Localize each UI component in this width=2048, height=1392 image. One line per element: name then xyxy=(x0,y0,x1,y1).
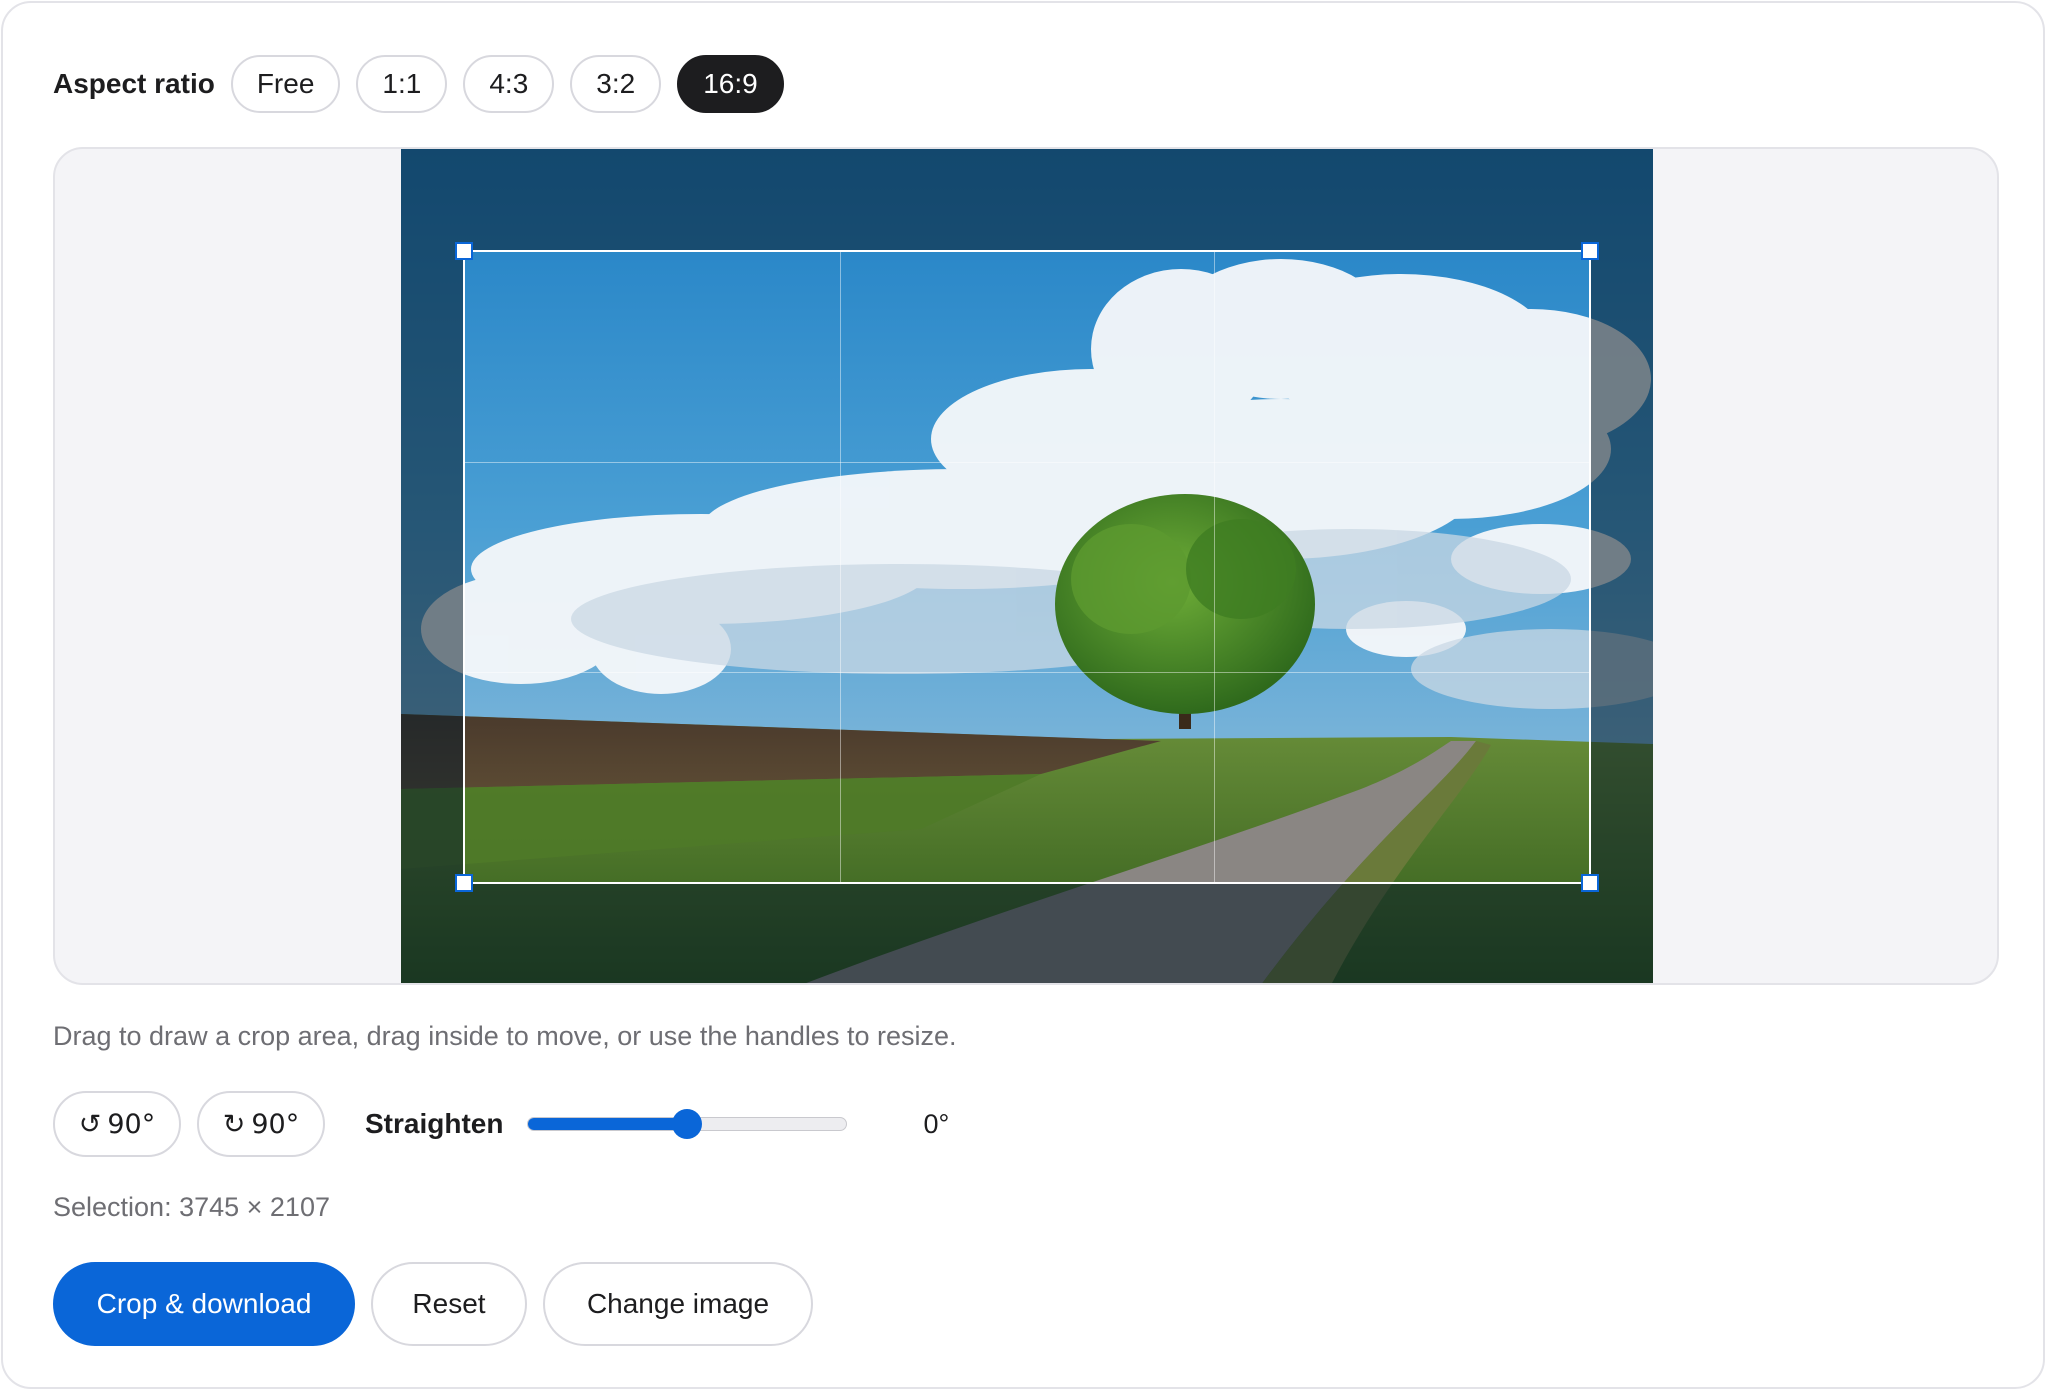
grid-line-vertical xyxy=(1214,252,1216,882)
transform-controls: ↺ 90° ↻ 90° Straighten 0° xyxy=(53,1091,949,1157)
action-buttons: Crop & download Reset Change image xyxy=(53,1262,829,1346)
straighten-value: 0° xyxy=(923,1108,950,1139)
selection-size: Selection: 3745 × 2107 xyxy=(53,1192,330,1222)
aspect-ratio-label: Aspect ratio xyxy=(53,68,215,99)
change-image-button[interactable]: Change image xyxy=(543,1262,813,1346)
rotate-right-button[interactable]: ↻ 90° xyxy=(197,1091,325,1157)
aspect-free-button[interactable]: Free xyxy=(230,55,341,113)
grid-line-vertical xyxy=(839,252,841,882)
crop-selection[interactable] xyxy=(455,242,1599,892)
straighten-label: Straighten xyxy=(365,1108,504,1139)
rotate-right-label: 90° xyxy=(251,1108,300,1140)
aspect-4-3-button[interactable]: 4:3 xyxy=(463,55,555,113)
source-photo[interactable] xyxy=(401,149,1653,983)
rotate-right-icon: ↻ xyxy=(222,1108,246,1140)
straighten-slider-thumb[interactable] xyxy=(672,1109,703,1139)
crop-hint: Drag to draw a crop area, drag inside to… xyxy=(53,1021,957,1051)
resize-handle-top-left[interactable] xyxy=(455,242,473,260)
rotate-left-button[interactable]: ↺ 90° xyxy=(53,1091,181,1157)
crop-stage[interactable] xyxy=(53,147,1999,985)
rotate-left-label: 90° xyxy=(107,1108,156,1140)
aspect-ratio-row: Aspect ratio Free 1:1 4:3 3:2 16:9 xyxy=(53,54,800,114)
reset-button[interactable]: Reset xyxy=(371,1262,527,1346)
resize-handle-bottom-left[interactable] xyxy=(455,874,473,892)
resize-handle-bottom-right[interactable] xyxy=(1581,874,1599,892)
straighten-slider-fill xyxy=(528,1118,688,1130)
grid-line-horizontal xyxy=(465,671,1589,673)
cropper-card: Aspect ratio Free 1:1 4:3 3:2 16:9 Drag … xyxy=(1,1,2045,1389)
rotate-left-icon: ↺ xyxy=(78,1108,102,1140)
resize-handle-top-right[interactable] xyxy=(1581,242,1599,260)
aspect-3-2-button[interactable]: 3:2 xyxy=(570,55,662,113)
aspect-16-9-button[interactable]: 16:9 xyxy=(677,55,784,113)
aspect-1-1-button[interactable]: 1:1 xyxy=(356,55,448,113)
straighten-slider[interactable] xyxy=(527,1109,848,1139)
grid-line-horizontal xyxy=(465,461,1589,463)
crop-download-button[interactable]: Crop & download xyxy=(53,1262,355,1346)
